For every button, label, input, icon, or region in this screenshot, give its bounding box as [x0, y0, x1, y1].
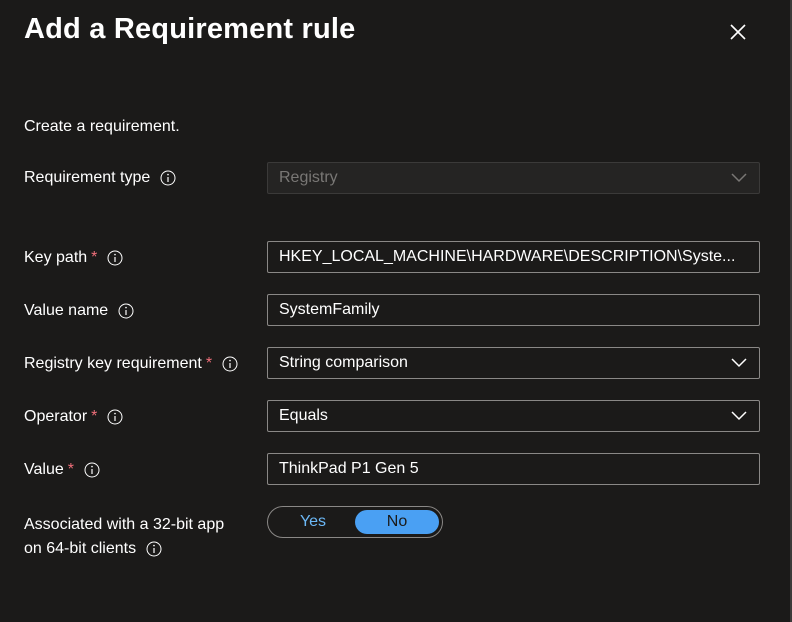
key-path-input[interactable] — [279, 248, 748, 266]
value-name-input-box[interactable] — [267, 294, 760, 326]
close-icon — [730, 24, 746, 40]
close-button[interactable] — [722, 16, 754, 48]
dialog-title: Add a Requirement rule — [24, 13, 356, 45]
requirement-rule-panel: Add a Requirement rule Create a requirem… — [0, 0, 792, 622]
info-icon[interactable] — [107, 250, 123, 266]
value-name-input[interactable] — [279, 301, 748, 319]
operator-dropdown[interactable]: Equals — [267, 400, 760, 432]
value-input[interactable] — [279, 460, 748, 478]
info-icon[interactable] — [160, 170, 176, 186]
associated-32bit-toggle[interactable]: Yes No — [267, 506, 443, 538]
key-path-label: Key path * — [24, 248, 123, 268]
intro-text: Create a requirement. — [24, 118, 180, 135]
toggle-option-no[interactable]: No — [355, 510, 439, 534]
value-label: Value * — [24, 460, 100, 480]
required-indicator: * — [205, 355, 213, 372]
info-icon[interactable] — [107, 409, 123, 425]
registry-key-requirement-dropdown[interactable]: String comparison — [267, 347, 760, 379]
value-name-label: Value name — [24, 301, 134, 321]
requirement-type-label: Requirement type — [24, 168, 176, 188]
key-path-input-box[interactable] — [267, 241, 760, 273]
registry-key-requirement-label: Registry key requirement * — [24, 354, 238, 374]
operator-label: Operator * — [24, 407, 123, 427]
required-indicator: * — [91, 408, 98, 425]
info-icon[interactable] — [118, 303, 134, 319]
value-input-box[interactable] — [267, 453, 760, 485]
required-indicator: * — [91, 249, 98, 266]
chevron-down-icon — [730, 354, 748, 372]
info-icon[interactable] — [84, 462, 100, 478]
info-icon[interactable] — [222, 356, 238, 372]
toggle-option-yes[interactable]: Yes — [271, 510, 355, 534]
required-indicator: * — [67, 461, 74, 478]
requirement-type-dropdown[interactable]: Registry — [267, 162, 760, 194]
chevron-down-icon — [730, 169, 748, 187]
associated-32bit-label: Associated with a 32-bit app on 64-bit c… — [24, 516, 225, 557]
chevron-down-icon — [730, 407, 748, 425]
info-icon[interactable] — [146, 541, 162, 557]
